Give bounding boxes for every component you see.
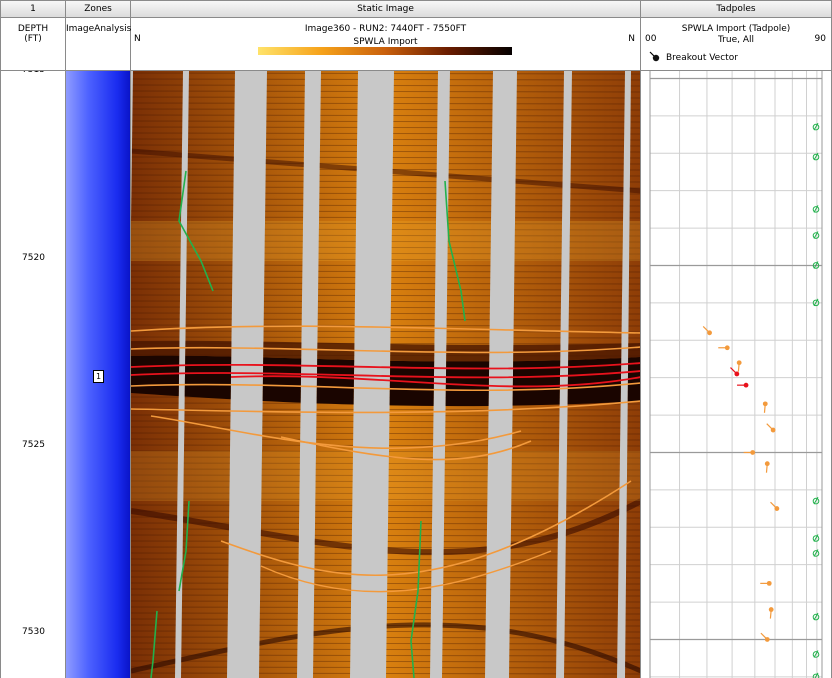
col-header-1[interactable]: 1 xyxy=(0,0,66,18)
depth-header-label: DEPTH xyxy=(17,24,49,34)
depth-track: 7515 7520 7525 7530 xyxy=(0,71,66,678)
col-header-zones[interactable]: Zones xyxy=(66,0,131,18)
tadpole-marker xyxy=(718,345,730,351)
zones-header-label: ImageAnalysis xyxy=(66,24,132,34)
static-image-subtitle: SPWLA Import xyxy=(353,37,418,47)
zones-track: 1 xyxy=(66,71,131,678)
tadpole-marker xyxy=(702,326,712,336)
borehole-image xyxy=(131,71,640,678)
depth-header-units: (FT) xyxy=(24,34,42,44)
static-image-title: Image360 - RUN2: 7440FT - 7550FT xyxy=(304,24,467,34)
north-right-label: N xyxy=(628,34,635,44)
tadpole-header: SPWLA Import (Tadpole) 00 True, All 90 B… xyxy=(641,18,832,71)
tadpole-marker xyxy=(812,650,820,658)
static-image-header: Image360 - RUN2: 7440FT - 7550FT N N SPW… xyxy=(131,18,641,71)
tadpole-marker xyxy=(812,612,820,621)
tadpole-marker xyxy=(737,382,749,388)
tadpole-marker xyxy=(812,496,820,505)
col-header-static-image[interactable]: Static Image xyxy=(131,0,641,18)
tadpole-marker xyxy=(762,401,768,413)
tadpole-marker xyxy=(760,580,772,586)
depth-label: 7520 xyxy=(22,253,45,263)
north-left-label: N xyxy=(134,34,141,44)
tadpole-marker xyxy=(812,534,820,542)
breakout-vector-icon xyxy=(648,51,662,63)
tadpole-subtitle: True, All xyxy=(718,35,754,45)
zone-label: 1 xyxy=(93,370,104,383)
col-header-tadpoles[interactable]: Tadpoles xyxy=(641,0,832,18)
depth-label: 7525 xyxy=(22,440,45,450)
tadpole-marker xyxy=(760,632,770,642)
depth-header: DEPTH (FT) xyxy=(0,18,66,71)
tadpole-marker xyxy=(743,450,756,455)
tadpole-marker xyxy=(764,461,770,473)
tadpole-marker xyxy=(766,423,776,433)
tadpole-marker xyxy=(812,549,820,557)
static-image-track[interactable] xyxy=(131,71,641,678)
zones-header: ImageAnalysis xyxy=(66,18,131,71)
tadpole-track[interactable] xyxy=(641,71,832,678)
depth-label-top: 7515 xyxy=(1,71,65,75)
tadpole-marker xyxy=(812,205,820,213)
tadpole-plot xyxy=(649,71,823,678)
tadpole-marker xyxy=(812,152,820,161)
color-scale-bar xyxy=(258,47,512,55)
tadpole-scale-max: 90 xyxy=(814,34,826,44)
depth-label: 7530 xyxy=(22,627,45,637)
breakout-vector-label: Breakout Vector xyxy=(666,53,738,63)
tadpole-scale-min: 00 xyxy=(645,34,657,44)
tadpole-marker xyxy=(736,360,742,372)
tadpole-marker xyxy=(812,231,820,239)
tadpole-marker xyxy=(812,122,820,131)
tadpole-marker xyxy=(768,607,774,619)
tadpole-title: SPWLA Import (Tadpole) xyxy=(681,24,791,34)
